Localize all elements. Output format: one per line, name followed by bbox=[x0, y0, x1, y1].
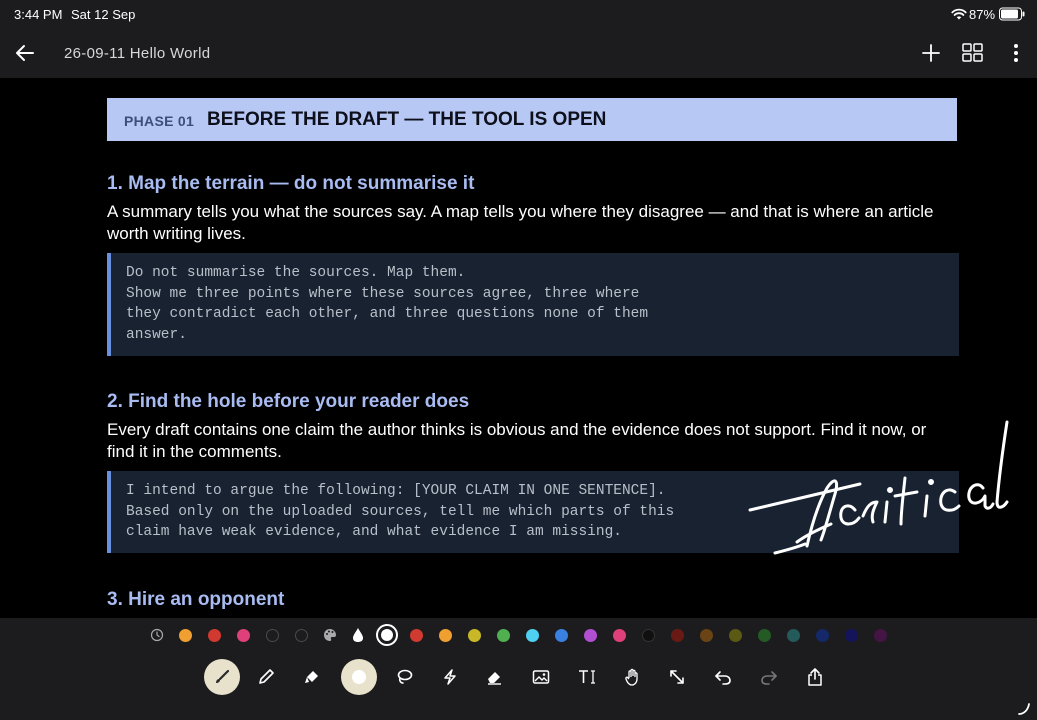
pencil-icon[interactable] bbox=[257, 668, 275, 686]
note-canvas[interactable]: PHASE 01 BEFORE THE DRAFT — THE TOOL IS … bbox=[0, 78, 1037, 618]
phase-banner: PHASE 01 BEFORE THE DRAFT — THE TOOL IS … bbox=[107, 98, 957, 141]
redo-icon[interactable] bbox=[760, 668, 778, 686]
share-icon[interactable] bbox=[806, 667, 824, 687]
drawing-toolbar bbox=[0, 618, 1037, 720]
wifi-icon bbox=[951, 8, 967, 20]
color-swatch[interactable] bbox=[758, 629, 771, 642]
battery-percent: 87% bbox=[969, 7, 996, 22]
code-text: I intend to argue the following: [YOUR C… bbox=[126, 483, 675, 540]
image-icon[interactable] bbox=[532, 668, 550, 686]
handwritten-annotation[interactable] bbox=[745, 418, 1020, 563]
phase-title: BEFORE THE DRAFT — THE TOOL IS OPEN bbox=[207, 109, 607, 130]
status-time: 3:44 PM bbox=[14, 7, 63, 22]
phase-number: PHASE 01 bbox=[124, 113, 195, 129]
color-swatch[interactable] bbox=[700, 629, 713, 642]
color-swatch[interactable] bbox=[613, 629, 626, 642]
section-body: A summary tells you what the sources say… bbox=[107, 202, 934, 243]
battery-icon bbox=[999, 7, 1025, 21]
brush-tool-button[interactable] bbox=[204, 659, 240, 695]
color-swatch[interactable] bbox=[642, 629, 655, 642]
color-swatch[interactable] bbox=[787, 629, 800, 642]
color-swatch[interactable] bbox=[237, 629, 250, 642]
empty-swatch[interactable] bbox=[266, 629, 279, 642]
status-date: Sat 12 Sep bbox=[71, 7, 136, 22]
scribble-handle-icon[interactable] bbox=[1016, 701, 1032, 717]
status-bar: 3:44 PM Sat 12 Sep 87% bbox=[0, 0, 1037, 28]
color-swatch[interactable] bbox=[874, 629, 887, 642]
history-icon[interactable] bbox=[150, 628, 164, 642]
nav-bar: 26-09-11 Hello World bbox=[0, 28, 1037, 78]
color-swatch[interactable] bbox=[468, 629, 481, 642]
color-swatch[interactable] bbox=[816, 629, 829, 642]
note-title[interactable]: 26-09-11 Hello World bbox=[64, 45, 210, 62]
empty-swatch[interactable] bbox=[295, 629, 308, 642]
resize-icon[interactable] bbox=[668, 668, 686, 686]
color-swatch[interactable] bbox=[410, 629, 423, 642]
selected-color-swatch[interactable] bbox=[376, 624, 398, 646]
stroke-size-button[interactable] bbox=[341, 659, 377, 695]
stroke-size-dot bbox=[352, 670, 366, 684]
color-swatch[interactable] bbox=[179, 629, 192, 642]
lasso-icon[interactable] bbox=[395, 668, 413, 686]
section-heading: 2. Find the hole before your reader does bbox=[107, 391, 470, 412]
color-swatch[interactable] bbox=[555, 629, 568, 642]
color-swatch[interactable] bbox=[497, 629, 510, 642]
text-icon[interactable] bbox=[577, 667, 597, 687]
opacity-drop-icon[interactable] bbox=[351, 627, 365, 643]
arrow-left-icon[interactable] bbox=[14, 42, 36, 64]
color-swatch[interactable] bbox=[584, 629, 597, 642]
marker-icon[interactable] bbox=[303, 668, 321, 686]
brush-icon bbox=[216, 669, 230, 683]
color-swatch[interactable] bbox=[729, 629, 742, 642]
grid-view-icon[interactable] bbox=[962, 43, 984, 63]
color-swatch[interactable] bbox=[526, 629, 539, 642]
color-swatch[interactable] bbox=[208, 629, 221, 642]
section-heading: 3. Hire an opponent bbox=[107, 589, 285, 610]
hand-icon[interactable] bbox=[623, 667, 643, 687]
section-heading: 1. Map the terrain — do not summarise it bbox=[107, 173, 475, 194]
undo-icon[interactable] bbox=[714, 668, 732, 686]
flash-icon[interactable] bbox=[441, 668, 459, 686]
code-text: Do not summarise the sources. Map them. … bbox=[126, 265, 649, 343]
code-block: Do not summarise the sources. Map them. … bbox=[107, 253, 959, 356]
eraser-icon[interactable] bbox=[485, 668, 503, 686]
color-swatch[interactable] bbox=[439, 629, 452, 642]
plus-icon[interactable] bbox=[920, 42, 942, 64]
color-swatch[interactable] bbox=[671, 629, 684, 642]
color-swatch[interactable] bbox=[845, 629, 858, 642]
palette-icon[interactable] bbox=[322, 627, 338, 643]
more-vertical-icon[interactable] bbox=[1006, 42, 1026, 64]
